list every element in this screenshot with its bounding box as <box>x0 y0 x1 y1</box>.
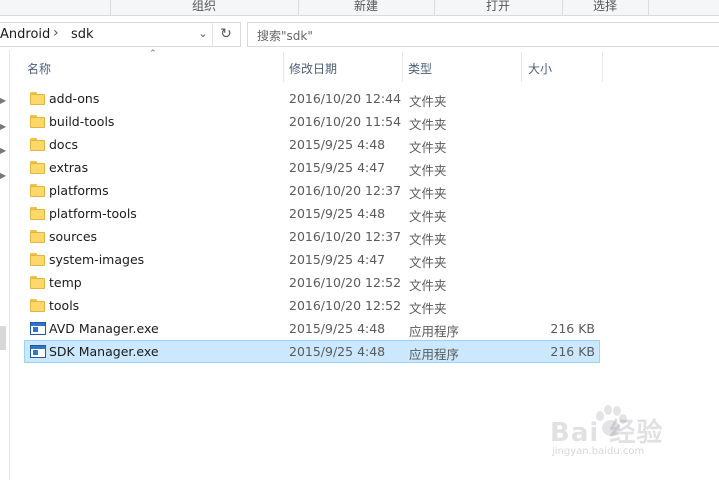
nav-expand-chevron-icon[interactable]: ▶ <box>0 96 6 105</box>
file-row[interactable]: add-ons 2016/10/20 12:44 文件夹 <box>24 87 600 110</box>
file-modified-date: 2016/10/20 11:54 <box>289 114 402 129</box>
file-row[interactable]: AVD Manager.exe 2015/9/25 4:48 应用程序 216 KB <box>24 317 600 340</box>
file-row[interactable]: sources 2016/10/20 12:37 文件夹 <box>24 225 600 248</box>
file-modified-date: 2016/10/20 12:37 <box>289 229 402 244</box>
folder-icon <box>30 91 46 105</box>
column-header-date-label: 修改日期 <box>289 62 338 76</box>
file-row[interactable]: temp 2016/10/20 12:52 文件夹 <box>24 271 600 294</box>
file-type: 文件夹 <box>409 94 447 109</box>
address-divider <box>212 23 213 46</box>
navigation-pane[interactable]: ▶ ▶ ▶ ▶ <box>0 50 10 480</box>
folder-icon <box>30 114 46 128</box>
nav-expand-chevron-icon[interactable]: ▶ <box>0 146 6 155</box>
file-type: 文件夹 <box>409 232 447 247</box>
ribbon-separator <box>648 0 649 15</box>
file-row[interactable]: platform-tools 2015/9/25 4:48 文件夹 <box>24 202 600 225</box>
folder-icon <box>30 137 46 151</box>
column-header-name-label: 名称 <box>27 62 52 76</box>
ribbon-group-open: 打开 <box>485 0 510 13</box>
file-size: 216 KB <box>550 321 595 336</box>
nav-expand-chevron-icon[interactable]: ▶ <box>0 122 6 131</box>
folder-icon <box>30 183 46 197</box>
file-row[interactable]: extras 2015/9/25 4:47 文件夹 <box>24 156 600 179</box>
file-row[interactable]: build-tools 2016/10/20 11:54 文件夹 <box>24 110 600 133</box>
column-header-type-label: 类型 <box>408 62 433 76</box>
file-type: 文件夹 <box>409 278 447 293</box>
nav-scrollbar-thumb[interactable] <box>0 326 6 350</box>
refresh-icon[interactable]: ↻ <box>215 24 237 45</box>
file-type: 应用程序 <box>409 324 460 339</box>
file-modified-date: 2016/10/20 12:37 <box>289 183 402 198</box>
file-type: 应用程序 <box>409 347 460 362</box>
file-modified-date: 2016/10/20 12:52 <box>289 298 402 313</box>
file-name: docs <box>49 137 78 152</box>
file-row[interactable]: system-images 2015/9/25 4:47 文件夹 <box>24 248 600 271</box>
file-modified-date: 2015/9/25 4:48 <box>289 206 386 221</box>
file-name: add-ons <box>49 91 100 106</box>
file-name: system-images <box>49 252 145 267</box>
file-type: 文件夹 <box>409 163 447 178</box>
file-row[interactable]: SDK Manager.exe 2015/9/25 4:48 应用程序 216 KB <box>24 340 600 363</box>
file-modified-date: 2015/9/25 4:48 <box>289 137 386 152</box>
ribbon-group-new: 新建 <box>353 0 378 13</box>
column-header-date[interactable]: 修改日期 <box>284 52 402 82</box>
file-modified-date: 2016/10/20 12:52 <box>289 275 402 290</box>
breadcrumb-android[interactable]: Android <box>0 27 50 42</box>
file-name: platforms <box>49 183 109 198</box>
file-name: AVD Manager.exe <box>49 321 159 336</box>
file-size: 216 KB <box>550 344 595 359</box>
file-modified-date: 2016/10/20 12:44 <box>289 91 402 106</box>
column-header-type[interactable]: 类型 <box>403 52 521 82</box>
breadcrumb-sdk[interactable]: sdk <box>71 27 94 42</box>
search-input[interactable]: 搜索"sdk" <box>257 27 313 44</box>
file-type: 文件夹 <box>409 209 447 224</box>
address-history-chevron-down-icon[interactable]: ⌄ <box>196 25 210 43</box>
ribbon-group-strip: 组织 新建 打开 选择 <box>0 0 719 16</box>
folder-icon <box>30 229 46 243</box>
file-name: platform-tools <box>49 206 137 221</box>
file-name: tools <box>49 298 80 313</box>
file-modified-date: 2015/9/25 4:47 <box>289 160 386 175</box>
search-box[interactable]: 搜索"sdk" <box>247 22 719 47</box>
file-type: 文件夹 <box>409 255 447 270</box>
ribbon-group-organize: 组织 <box>191 0 216 13</box>
exe-icon <box>30 344 46 358</box>
column-header-size-label: 大小 <box>528 62 553 76</box>
address-bar[interactable]: Android › sdk ⌄ ↻ <box>0 22 241 47</box>
column-header-name[interactable]: 名称 <box>20 52 284 82</box>
file-type: 文件夹 <box>409 140 447 155</box>
file-type: 文件夹 <box>409 186 447 201</box>
breadcrumb-chevron-icon[interactable]: › <box>53 25 59 41</box>
column-divider[interactable] <box>602 52 603 82</box>
file-type: 文件夹 <box>409 301 447 316</box>
exe-icon <box>30 321 46 335</box>
folder-icon <box>30 160 46 174</box>
file-row[interactable]: docs 2015/9/25 4:48 文件夹 <box>24 133 600 156</box>
file-modified-date: 2015/9/25 4:48 <box>289 321 386 336</box>
file-type: 文件夹 <box>409 117 447 132</box>
watermark: Bai 经验 jingyan.baidu.com <box>550 400 719 470</box>
file-modified-date: 2015/9/25 4:47 <box>289 252 386 267</box>
file-name: extras <box>49 160 89 175</box>
watermark-text: Bai 经验 <box>550 418 664 448</box>
file-modified-date: 2015/9/25 4:48 <box>289 344 386 359</box>
file-name: sources <box>49 229 98 244</box>
file-name: temp <box>49 275 82 290</box>
watermark-url: jingyan.baidu.com <box>552 446 645 457</box>
file-list: add-ons 2016/10/20 12:44 文件夹 build-tools 201… <box>24 87 600 363</box>
ribbon-group-select: 选择 <box>592 0 617 13</box>
file-name: SDK Manager.exe <box>49 344 159 359</box>
folder-icon <box>30 206 46 220</box>
file-row[interactable]: platforms 2016/10/20 12:37 文件夹 <box>24 179 600 202</box>
folder-icon <box>30 252 46 266</box>
nav-expand-chevron-icon[interactable]: ▶ <box>0 171 6 180</box>
file-name: build-tools <box>49 114 115 129</box>
folder-icon <box>30 275 46 289</box>
folder-icon <box>30 298 46 312</box>
file-row[interactable]: tools 2016/10/20 12:52 文件夹 <box>24 294 600 317</box>
column-header-size[interactable]: 大小 <box>522 52 602 82</box>
